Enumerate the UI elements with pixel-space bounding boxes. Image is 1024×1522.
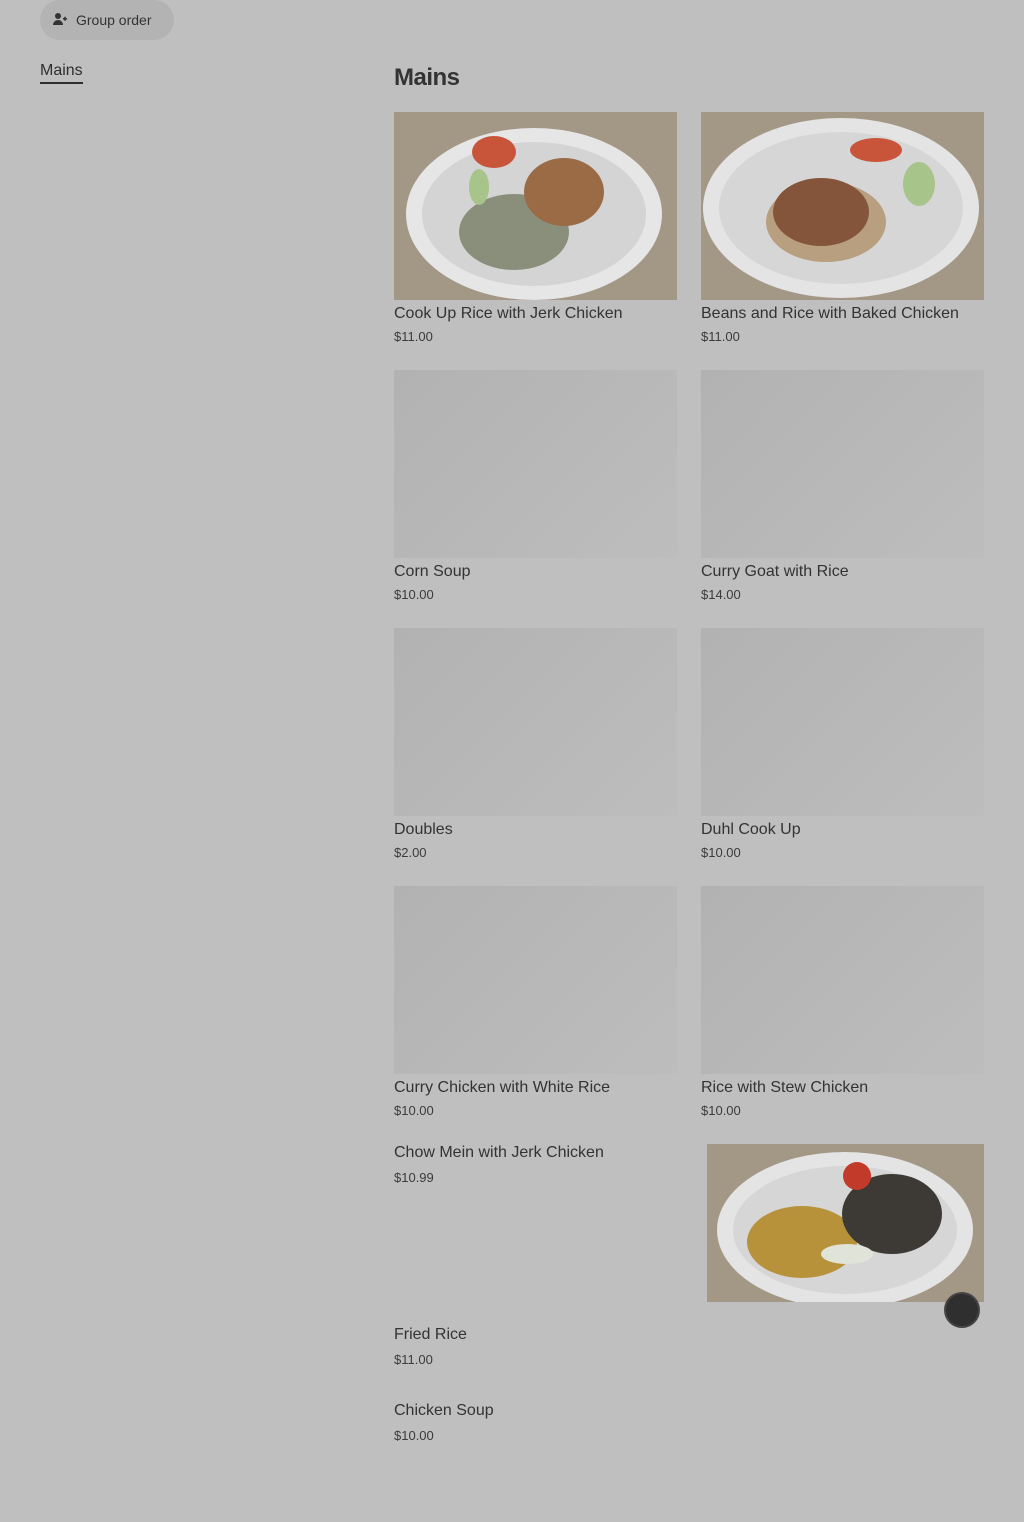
menu-card[interactable]: Curry Chicken with White Rice $10.00 bbox=[394, 886, 677, 1120]
list-item[interactable]: Chow Mein with Jerk Chicken $10.99 bbox=[394, 1144, 604, 1185]
food-image bbox=[701, 112, 984, 300]
item-price: $10.99 bbox=[394, 1170, 434, 1185]
food-image bbox=[394, 112, 677, 300]
item-price: $11.00 bbox=[394, 329, 433, 344]
image-placeholder bbox=[394, 886, 677, 1074]
image-placeholder bbox=[701, 370, 984, 558]
add-item-button[interactable] bbox=[944, 1292, 980, 1328]
item-price: $14.00 bbox=[701, 587, 741, 602]
item-price: $10.00 bbox=[394, 587, 434, 602]
item-price: $11.00 bbox=[701, 329, 740, 344]
item-price: $10.00 bbox=[394, 1103, 434, 1118]
item-name: Beans and Rice with Baked Chicken bbox=[701, 305, 959, 322]
list-item[interactable]: Fried Rice $11.00 bbox=[394, 1326, 467, 1367]
menu-card[interactable]: Duhl Cook Up $10.00 bbox=[701, 628, 984, 862]
item-price: $10.00 bbox=[701, 1103, 741, 1118]
menu-card[interactable]: Doubles $2.00 bbox=[394, 628, 677, 862]
side-nav-item-mains[interactable]: Mains bbox=[40, 62, 83, 84]
item-price: $11.00 bbox=[394, 1352, 433, 1367]
menu-card[interactable]: Cook Up Rice with Jerk Chicken $11.00 bbox=[394, 112, 677, 346]
group-order-button[interactable]: Group order bbox=[40, 0, 174, 40]
section-title: Mains bbox=[394, 64, 460, 91]
image-clip bbox=[0, 1302, 1024, 1312]
image-placeholder bbox=[394, 370, 677, 558]
item-name: Doubles bbox=[394, 821, 453, 838]
item-price: $10.00 bbox=[701, 845, 741, 860]
item-price: $2.00 bbox=[394, 845, 427, 860]
item-name: Curry Goat with Rice bbox=[701, 563, 849, 580]
menu-card[interactable]: Corn Soup $10.00 bbox=[394, 370, 677, 604]
item-name: Fried Rice bbox=[394, 1326, 467, 1343]
item-name: Corn Soup bbox=[394, 563, 471, 580]
food-image bbox=[707, 1144, 984, 1302]
menu-grid: Cook Up Rice with Jerk Chicken $11.00 Be… bbox=[394, 112, 984, 1120]
image-placeholder bbox=[701, 628, 984, 816]
item-name: Duhl Cook Up bbox=[701, 821, 801, 838]
menu-card[interactable]: Curry Goat with Rice $14.00 bbox=[701, 370, 984, 604]
item-name: Chicken Soup bbox=[394, 1402, 494, 1419]
image-placeholder bbox=[394, 628, 677, 816]
item-price: $10.00 bbox=[394, 1428, 434, 1443]
person-add-icon bbox=[52, 11, 68, 30]
item-name: Chow Mein with Jerk Chicken bbox=[394, 1144, 604, 1161]
item-name: Rice with Stew Chicken bbox=[701, 1079, 869, 1096]
item-name: Curry Chicken with White Rice bbox=[394, 1079, 611, 1096]
item-name: Cook Up Rice with Jerk Chicken bbox=[394, 305, 623, 322]
menu-card[interactable]: Rice with Stew Chicken $10.00 bbox=[701, 886, 984, 1120]
group-order-label: Group order bbox=[76, 12, 152, 28]
menu-card[interactable]: Beans and Rice with Baked Chicken $11.00 bbox=[701, 112, 984, 346]
image-placeholder bbox=[701, 886, 984, 1074]
side-nav: Mains bbox=[40, 62, 83, 84]
list-item[interactable]: Chicken Soup $10.00 bbox=[394, 1402, 494, 1443]
